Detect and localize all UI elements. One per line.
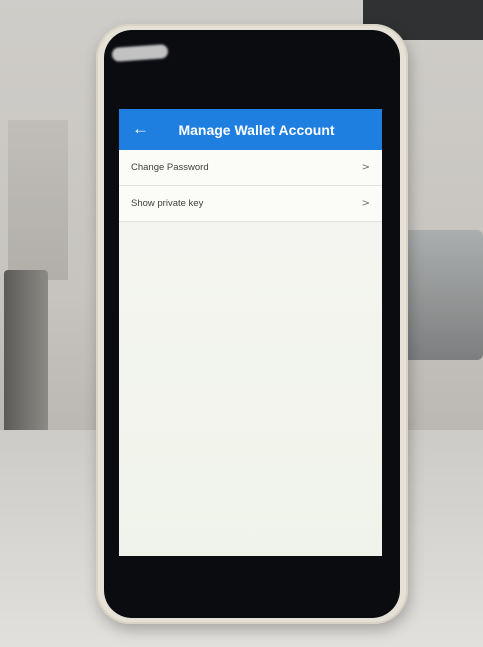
background-clutter: [403, 230, 483, 360]
phone-screen: ← Manage Wallet Account Change Password …: [119, 109, 382, 556]
background-object: [4, 270, 48, 450]
chevron-right-icon: >: [361, 198, 370, 209]
content-area: [119, 222, 382, 556]
background-plant: [8, 120, 68, 280]
menu-item-label: Change Password: [131, 162, 209, 173]
menu-item-label: Show private key: [131, 198, 204, 209]
page-title: Manage Wallet Account: [178, 121, 335, 138]
menu-item-change-password[interactable]: Change Password >: [119, 150, 382, 186]
app-bar: ← Manage Wallet Account: [119, 109, 382, 150]
menu-list: Change Password > Show private key >: [119, 150, 382, 222]
menu-item-show-private-key[interactable]: Show private key >: [119, 186, 382, 222]
arrow-left-icon[interactable]: ←: [132, 119, 149, 139]
chevron-right-icon: >: [361, 162, 370, 173]
